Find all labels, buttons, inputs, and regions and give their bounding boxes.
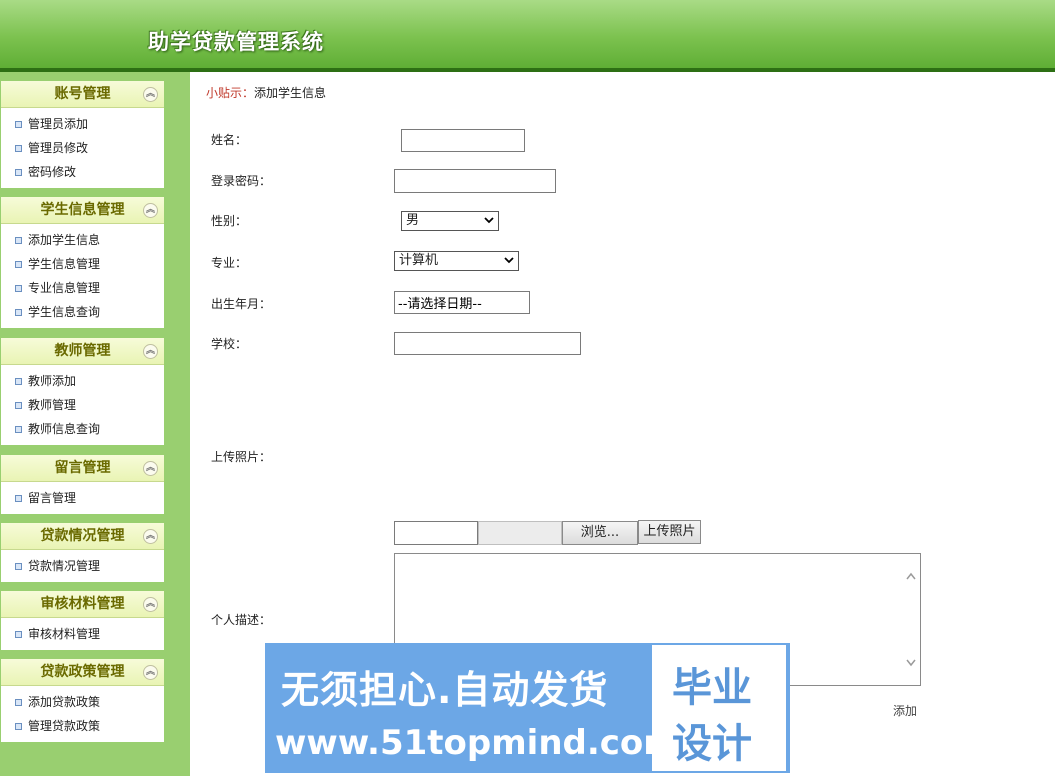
- collapse-icon[interactable]: ︽: [143, 597, 158, 612]
- watermark-slogan: 无须担心.自动发货: [281, 668, 609, 712]
- collapse-icon[interactable]: ︽: [143, 203, 158, 218]
- bullet-icon: [15, 426, 22, 433]
- gender-label: 性别：: [211, 214, 248, 228]
- gender-select[interactable]: 男: [401, 211, 499, 231]
- collapse-icon[interactable]: ︽: [143, 87, 158, 102]
- scroll-up-icon[interactable]: [906, 572, 916, 580]
- bullet-icon: [15, 723, 22, 730]
- sidebar-item-loan-status[interactable]: 贷款情况管理: [1, 554, 164, 578]
- bullet-icon: [15, 261, 22, 268]
- bullet-icon: [15, 309, 22, 316]
- menu-group-header[interactable]: 贷款情况管理 ︽: [1, 523, 164, 550]
- password-input[interactable]: [394, 169, 556, 193]
- sidebar-item-review-manage[interactable]: 审核材料管理: [1, 622, 164, 646]
- watermark-logo-bottom: 设计: [672, 721, 752, 767]
- sidebar-item-teacher-manage[interactable]: 教师管理: [1, 393, 164, 417]
- photo-upload: 浏览... 上传照片: [394, 520, 701, 545]
- menu-group-title: 贷款政策管理: [40, 664, 125, 680]
- menu-group-title: 审核材料管理: [40, 596, 125, 612]
- password-label: 登录密码：: [211, 174, 272, 188]
- sidebar-item-policy-add[interactable]: 添加贷款政策: [1, 690, 164, 714]
- menu-group-title: 留言管理: [54, 460, 111, 476]
- watermark-banner: 无须担心.自动发货 www.51topmind.com 毕业 设计: [265, 643, 790, 773]
- chevron-down-icon: [504, 257, 514, 264]
- menu-group-header[interactable]: 教师管理 ︽: [1, 338, 164, 365]
- bullet-icon: [15, 699, 22, 706]
- school-label: 学校：: [211, 337, 248, 351]
- photo-label: 上传照片：: [211, 450, 272, 464]
- gender-value: 男: [406, 213, 420, 228]
- menu-group-account: 账号管理 ︽ 管理员添加 管理员修改 密码修改: [1, 81, 164, 188]
- sidebar-item-admin-add[interactable]: 管理员添加: [1, 112, 164, 136]
- menu-group-policy: 贷款政策管理 ︽ 添加贷款政策 管理贷款政策: [1, 659, 164, 742]
- sidebar-item-message-manage[interactable]: 留言管理: [1, 486, 164, 510]
- menu-group-header[interactable]: 留言管理 ︽: [1, 455, 164, 482]
- add-button[interactable]: 添加: [893, 702, 917, 719]
- menu-group-header[interactable]: 贷款政策管理 ︽: [1, 659, 164, 686]
- major-select[interactable]: 计算机: [394, 251, 519, 271]
- collapse-icon[interactable]: ︽: [143, 665, 158, 680]
- menu-group-header[interactable]: 账号管理 ︽: [1, 81, 164, 108]
- photo-path-field[interactable]: [394, 521, 478, 545]
- sidebar-item-student-query[interactable]: 学生信息查询: [1, 300, 164, 324]
- name-label: 姓名：: [211, 133, 248, 147]
- tip-text: 添加学生信息: [254, 86, 327, 100]
- menu-group-title: 学生信息管理: [40, 202, 125, 218]
- sidebar-item-student-manage[interactable]: 学生信息管理: [1, 252, 164, 276]
- collapse-icon[interactable]: ︽: [143, 529, 158, 544]
- sidebar-item-password[interactable]: 密码修改: [1, 160, 164, 184]
- chevron-down-icon: [484, 217, 494, 224]
- bullet-icon: [15, 378, 22, 385]
- menu-group-teacher: 教师管理 ︽ 教师添加 教师管理 教师信息查询: [1, 338, 164, 445]
- menu-group-title: 贷款情况管理: [40, 528, 125, 544]
- bullet-icon: [15, 563, 22, 570]
- major-value: 计算机: [399, 253, 439, 268]
- bullet-icon: [15, 169, 22, 176]
- bullet-icon: [15, 121, 22, 128]
- menu-group-title: 账号管理: [54, 86, 111, 102]
- collapse-icon[interactable]: ︽: [143, 344, 158, 359]
- bullet-icon: [15, 237, 22, 244]
- photo-path-bar: [478, 521, 562, 545]
- menu-group-title: 教师管理: [54, 343, 111, 359]
- major-label: 专业：: [211, 256, 248, 270]
- tip-line: 小贴示：添加学生信息: [206, 84, 326, 101]
- birth-label: 出生年月：: [211, 297, 272, 311]
- sidebar-item-policy-manage[interactable]: 管理贷款政策: [1, 714, 164, 738]
- name-input[interactable]: [401, 129, 525, 152]
- bullet-icon: [15, 631, 22, 638]
- app-header: 助学贷款管理系统: [0, 0, 1055, 68]
- collapse-icon[interactable]: ︽: [143, 461, 158, 476]
- bullet-icon: [15, 495, 22, 502]
- sidebar-item-admin-edit[interactable]: 管理员修改: [1, 136, 164, 160]
- bullet-icon: [15, 402, 22, 409]
- menu-group-header[interactable]: 审核材料管理 ︽: [1, 591, 164, 618]
- sidebar-item-teacher-query[interactable]: 教师信息查询: [1, 417, 164, 441]
- watermark-url: www.51topmind.com: [275, 723, 679, 763]
- sidebar: 账号管理 ︽ 管理员添加 管理员修改 密码修改 学生信息管理 ︽ 添加学生信息 …: [0, 72, 190, 776]
- bullet-icon: [15, 285, 22, 292]
- menu-group-review: 审核材料管理 ︽ 审核材料管理: [1, 591, 164, 650]
- birth-date-input[interactable]: [394, 291, 530, 314]
- menu-group-student: 学生信息管理 ︽ 添加学生信息 学生信息管理 专业信息管理 学生信息查询: [1, 197, 164, 328]
- menu-group-header[interactable]: 学生信息管理 ︽: [1, 197, 164, 224]
- menu-group-message: 留言管理 ︽ 留言管理: [1, 455, 164, 514]
- bullet-icon: [15, 145, 22, 152]
- sidebar-item-teacher-add[interactable]: 教师添加: [1, 369, 164, 393]
- watermark-logo-top: 毕业: [672, 665, 752, 711]
- sidebar-item-student-add[interactable]: 添加学生信息: [1, 228, 164, 252]
- school-input[interactable]: [394, 332, 581, 355]
- tip-label: 小贴示：: [206, 86, 255, 100]
- textarea-scrollbar[interactable]: [903, 554, 920, 685]
- sidebar-item-major-manage[interactable]: 专业信息管理: [1, 276, 164, 300]
- menu-group-loan-status: 贷款情况管理 ︽ 贷款情况管理: [1, 523, 164, 582]
- app-title: 助学贷款管理系统: [148, 29, 324, 54]
- description-label: 个人描述：: [211, 613, 272, 627]
- upload-photo-button[interactable]: 上传照片: [638, 520, 701, 544]
- browse-button[interactable]: 浏览...: [562, 521, 638, 545]
- scroll-down-icon[interactable]: [906, 659, 916, 667]
- watermark-logo-box: 毕业 设计: [652, 645, 786, 771]
